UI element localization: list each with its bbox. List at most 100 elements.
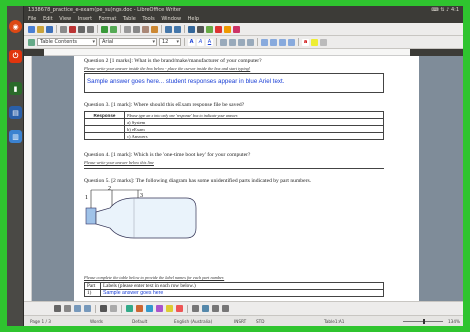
dash-home-icon[interactable]: ◉ bbox=[9, 20, 22, 33]
select-icon[interactable] bbox=[54, 305, 61, 312]
font-size-select[interactable]: 12 bbox=[159, 38, 181, 46]
export-pdf-icon[interactable] bbox=[69, 25, 76, 33]
underline-icon[interactable]: A bbox=[206, 38, 213, 46]
sample-answer-text[interactable]: Sample answer goes here... student respo… bbox=[85, 74, 383, 89]
menu-insert[interactable]: Insert bbox=[78, 16, 92, 22]
justify-icon[interactable] bbox=[247, 38, 254, 46]
navigator-icon[interactable] bbox=[233, 25, 240, 33]
line-icon[interactable] bbox=[64, 305, 71, 312]
text-box-icon[interactable] bbox=[110, 305, 117, 312]
increase-indent-icon[interactable] bbox=[288, 38, 295, 46]
language[interactable]: English (Australia) bbox=[174, 316, 212, 326]
menu-window[interactable]: Window bbox=[161, 16, 181, 22]
vertical-ruler[interactable] bbox=[24, 56, 32, 301]
clock[interactable]: 4:1 bbox=[451, 7, 459, 13]
answer-line[interactable] bbox=[84, 168, 384, 169]
bold-icon[interactable]: A bbox=[188, 38, 195, 46]
word-count: Words bbox=[90, 319, 103, 324]
response-header: Response bbox=[84, 111, 125, 119]
flowchart-icon[interactable] bbox=[156, 305, 163, 312]
chart-icon[interactable] bbox=[215, 25, 222, 33]
ellipse-icon[interactable] bbox=[84, 305, 91, 312]
cut-icon[interactable] bbox=[124, 25, 131, 33]
image-icon[interactable] bbox=[206, 25, 213, 33]
numbering-icon[interactable] bbox=[261, 38, 268, 46]
menu-edit[interactable]: Edit bbox=[43, 16, 53, 22]
extrusion-icon[interactable] bbox=[222, 305, 229, 312]
power-icon[interactable]: ⏻ bbox=[9, 50, 22, 63]
redo-icon[interactable] bbox=[174, 25, 181, 33]
fontwork-icon[interactable] bbox=[202, 305, 209, 312]
document-icon[interactable]: ▥ bbox=[9, 130, 22, 143]
hyperlink-icon[interactable] bbox=[188, 25, 195, 33]
styles-icon[interactable] bbox=[28, 38, 35, 46]
align-center-icon[interactable] bbox=[229, 38, 236, 46]
table-icon[interactable] bbox=[197, 25, 204, 33]
paste-icon[interactable] bbox=[142, 25, 149, 33]
spellcheck-icon[interactable] bbox=[101, 25, 108, 33]
terminal-icon[interactable]: ▮ bbox=[9, 82, 22, 95]
align-right-icon[interactable] bbox=[238, 38, 245, 46]
clone-format-icon[interactable] bbox=[151, 25, 158, 33]
menu-table[interactable]: Table bbox=[123, 16, 136, 22]
toolbar-separator bbox=[121, 304, 122, 313]
page-style[interactable]: Default bbox=[132, 316, 147, 326]
bottle-body bbox=[95, 197, 197, 239]
from-file-icon[interactable] bbox=[212, 305, 219, 312]
volume-icon[interactable]: ♪ bbox=[446, 7, 449, 13]
copy-icon[interactable] bbox=[133, 25, 140, 33]
background-color-icon[interactable] bbox=[320, 38, 327, 46]
document-page[interactable]: Question 2 [1 marks]: What is the brand/… bbox=[74, 56, 419, 301]
font-color-icon[interactable]: a bbox=[302, 38, 309, 46]
freeform-icon[interactable] bbox=[100, 305, 107, 312]
draw-functions-icon[interactable] bbox=[224, 25, 231, 33]
highlight-icon[interactable] bbox=[311, 38, 318, 46]
menu-format[interactable]: Format bbox=[99, 16, 117, 22]
label-answer-cell[interactable]: Sample answer goes here bbox=[100, 289, 384, 297]
menu-help[interactable]: Help bbox=[188, 16, 199, 22]
block-arrows-icon[interactable] bbox=[146, 305, 153, 312]
zoom-slider-thumb[interactable] bbox=[423, 319, 425, 324]
basic-shapes-icon[interactable] bbox=[126, 305, 133, 312]
network-icon[interactable]: ⇅ bbox=[440, 7, 444, 13]
align-left-icon[interactable] bbox=[220, 38, 227, 46]
rectangle-icon[interactable] bbox=[74, 305, 81, 312]
page-count[interactable]: Page 1 / 3 bbox=[30, 316, 51, 326]
italic-icon[interactable]: A bbox=[197, 38, 204, 46]
response-cell-b[interactable] bbox=[84, 125, 125, 133]
document-area[interactable]: Question 2 [1 marks]: What is the brand/… bbox=[32, 56, 463, 301]
print-preview-icon[interactable] bbox=[87, 25, 94, 33]
menu-tools[interactable]: Tools bbox=[142, 16, 154, 22]
paragraph-style-select[interactable]: Table Contents bbox=[37, 38, 97, 46]
option-b: b) eExam bbox=[124, 125, 384, 133]
menu-view[interactable]: View bbox=[59, 16, 71, 22]
undo-icon[interactable] bbox=[165, 25, 172, 33]
standard-toolbar bbox=[24, 23, 463, 36]
new-document-icon[interactable] bbox=[28, 25, 35, 33]
autospell-icon[interactable] bbox=[110, 25, 117, 33]
font-name-select[interactable]: Arial bbox=[99, 38, 157, 46]
stars-icon[interactable] bbox=[176, 305, 183, 312]
question-2-answer-box[interactable]: Sample answer goes here... student respo… bbox=[84, 73, 384, 93]
writer-icon[interactable]: ▤ bbox=[9, 106, 22, 119]
print-icon[interactable] bbox=[78, 25, 85, 33]
email-icon[interactable] bbox=[60, 25, 67, 33]
horizontal-ruler[interactable] bbox=[44, 49, 410, 56]
response-cell-a[interactable] bbox=[84, 118, 125, 126]
selection-mode[interactable]: STD bbox=[256, 316, 264, 326]
symbol-shapes-icon[interactable] bbox=[136, 305, 143, 312]
save-icon[interactable] bbox=[46, 25, 53, 33]
callouts-icon[interactable] bbox=[166, 305, 173, 312]
decrease-indent-icon[interactable] bbox=[279, 38, 286, 46]
response-cell-c[interactable] bbox=[84, 132, 125, 140]
points-icon[interactable] bbox=[192, 305, 199, 312]
keyboard-icon[interactable]: ⌨ bbox=[432, 7, 439, 13]
open-folder-icon[interactable] bbox=[37, 25, 44, 33]
insert-mode[interactable]: INSRT bbox=[234, 316, 246, 326]
system-tray: ⌨ ⇅ ♪ 4:1 bbox=[432, 6, 459, 15]
zoom-level[interactable]: 134% bbox=[448, 316, 460, 326]
bullets-icon[interactable] bbox=[270, 38, 277, 46]
menu-file[interactable]: File bbox=[28, 16, 36, 22]
table-row: Response Please type an x into only one … bbox=[84, 111, 384, 119]
table-row: c) Answers bbox=[84, 132, 384, 140]
